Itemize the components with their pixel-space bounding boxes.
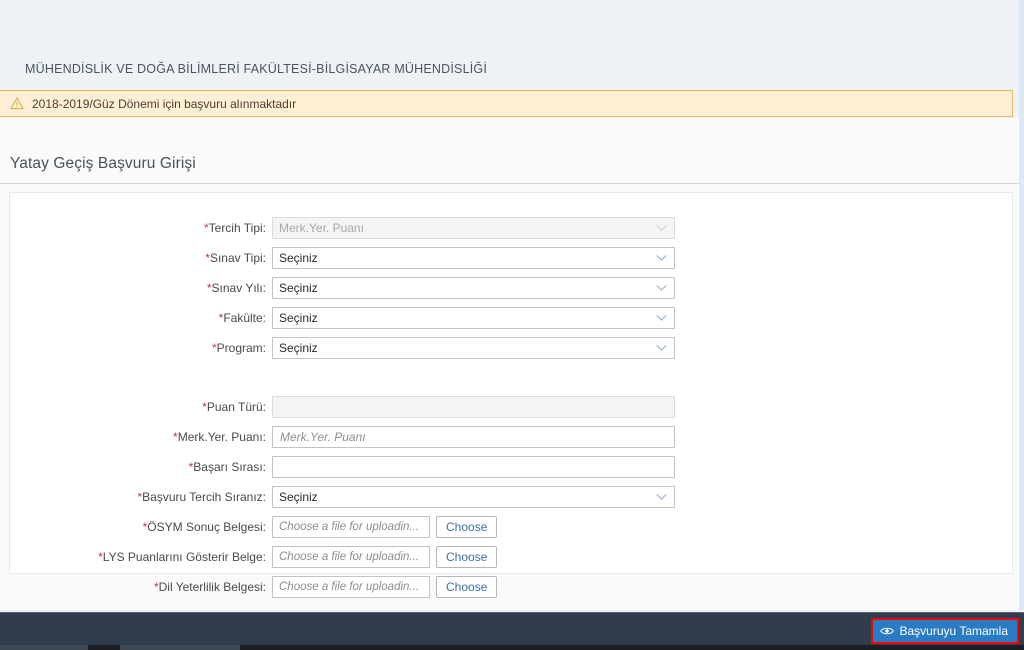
file-row-osym-sonuc-belgesi: Choose a file for uploadin... Choose <box>272 516 675 538</box>
select-value-tercih-tipi: Merk.Yer. Puanı <box>279 221 364 235</box>
warning-triangle-icon <box>10 97 24 110</box>
control-wrapper-basvuru-tercih-siraniz: Seçiniz <box>272 486 675 508</box>
label-sinav-tipi: *Sınav Tipi: <box>10 251 272 265</box>
form-row-puan-turu: *Puan Türü: <box>10 394 1012 420</box>
select-value-basvuru-tercih-siraniz: Seçiniz <box>279 490 318 504</box>
os-taskbar <box>0 645 1024 650</box>
form-row-basari-sirasi: *Başarı Sırası: <box>10 454 1012 480</box>
label-lys-puanlarini-gosterir-belge: *LYS Puanlarını Gösterir Belge: <box>10 550 272 564</box>
title-divider <box>0 183 1019 184</box>
label-text-basvuru-tercih-siraniz: Başvuru Tercih Sıranız: <box>142 490 266 504</box>
label-text-merk-yer-puani: Merk.Yer. Puanı: <box>177 430 266 444</box>
file-row-lys-puanlarini-gosterir-belge: Choose a file for uploadin... Choose <box>272 546 675 568</box>
select-value-fakulte: Seçiniz <box>279 311 318 325</box>
select-value-sinav-yili: Seçiniz <box>279 281 318 295</box>
choose-file-button-lys-puanlarini-gosterir-belge[interactable]: Choose <box>436 546 498 568</box>
label-text-osym-sonuc-belgesi: ÖSYM Sonuç Belgesi: <box>147 520 266 534</box>
label-basvuru-tercih-siraniz: *Başvuru Tercih Sıranız: <box>10 490 272 504</box>
label-text-fakulte: Fakülte: <box>223 311 266 325</box>
complete-application-label: Başvuruyu Tamamla <box>899 624 1009 638</box>
select-fakulte[interactable]: Seçiniz <box>272 307 675 329</box>
faculty-program-title: MÜHENDİSLİK VE DOĞA BİLİMLERİ FAKÜLTESİ-… <box>25 62 488 76</box>
control-wrapper-dil-yeterlilik-belgesi: Choose a file for uploadin... Choose <box>272 576 675 598</box>
label-text-lys-puanlarini-gosterir-belge: LYS Puanlarını Gösterir Belge: <box>102 550 266 564</box>
label-program: *Program: <box>10 341 272 355</box>
submit-button-highlight: Başvuruyu Tamamla <box>870 618 1019 644</box>
label-text-sinav-tipi: Sınav Tipi: <box>209 251 266 265</box>
chevron-down-icon <box>656 255 667 261</box>
select-value-program: Seçiniz <box>279 341 318 355</box>
form-row-tercih-tipi: *Tercih Tipi: Merk.Yer. Puanı <box>10 215 1012 241</box>
control-wrapper-fakulte: Seçiniz <box>272 307 675 329</box>
right-edge-strip <box>1019 0 1024 610</box>
page-title: Yatay Geçiş Başvuru Girişi <box>10 155 196 172</box>
label-text-sinav-yili: Sınav Yılı: <box>211 281 266 295</box>
header-area: MÜHENDİSLİK VE DOĞA BİLİMLERİ FAKÜLTESİ-… <box>0 0 1019 88</box>
select-sinav-tipi[interactable]: Seçiniz <box>272 247 675 269</box>
label-basari-sirasi: *Başarı Sırası: <box>10 460 272 474</box>
label-dil-yeterlilik-belgesi: *Dil Yeterlilik Belgesi: <box>10 580 272 594</box>
input-basari-sirasi[interactable] <box>272 456 675 478</box>
label-merk-yer-puani: *Merk.Yer. Puanı: <box>10 430 272 444</box>
control-wrapper-lys-puanlarini-gosterir-belge: Choose a file for uploadin... Choose <box>272 546 675 568</box>
chevron-down-icon <box>656 494 667 500</box>
form-row-sinav-yili: *Sınav Yılı: Seçiniz <box>10 275 1012 301</box>
label-text-tercih-tipi: Tercih Tipi: <box>208 221 266 235</box>
form-row-dil-yeterlilik-belgesi: *Dil Yeterlilik Belgesi: Choose a file fo… <box>10 574 1012 600</box>
choose-file-button-osym-sonuc-belgesi[interactable]: Choose <box>436 516 498 538</box>
file-row-dil-yeterlilik-belgesi: Choose a file for uploadin... Choose <box>272 576 675 598</box>
select-basvuru-tercih-siraniz[interactable]: Seçiniz <box>272 486 675 508</box>
taskbar-item-1[interactable] <box>0 645 88 650</box>
form-row-basvuru-tercih-siraniz: *Başvuru Tercih Sıranız: Seçiniz <box>10 484 1012 510</box>
form-row-lys-puanlarini-gosterir-belge: *LYS Puanlarını Gösterir Belge: Choose a … <box>10 544 1012 570</box>
form-row-fakulte: *Fakülte: Seçiniz <box>10 305 1012 331</box>
label-text-basari-sirasi: Başarı Sırası: <box>193 460 266 474</box>
select-tercih-tipi: Merk.Yer. Puanı <box>272 217 675 239</box>
warning-message: 2018-2019/Güz Dönemi için başvuru alınma… <box>32 96 297 111</box>
label-fakulte: *Fakülte: <box>10 311 272 325</box>
complete-application-button[interactable]: Başvuruyu Tamamla <box>872 620 1017 642</box>
select-sinav-yili[interactable]: Seçiniz <box>272 277 675 299</box>
chevron-down-icon <box>656 345 667 351</box>
chevron-down-icon <box>656 225 667 231</box>
form-row-program: *Program: Seçiniz <box>10 335 1012 361</box>
label-puan-turu: *Puan Türü: <box>10 400 272 414</box>
eye-icon <box>879 627 894 635</box>
label-text-program: Program: <box>216 341 266 355</box>
file-path-field-osym-sonuc-belgesi[interactable]: Choose a file for uploadin... <box>272 516 430 538</box>
control-wrapper-sinav-tipi: Seçiniz <box>272 247 675 269</box>
input-merk-yer-puani[interactable] <box>272 426 675 448</box>
form-row-merk-yer-puani: *Merk.Yer. Puanı: <box>10 424 1012 450</box>
choose-file-button-dil-yeterlilik-belgesi[interactable]: Choose <box>436 576 498 598</box>
input-puan-turu <box>272 396 675 418</box>
label-sinav-yili: *Sınav Yılı: <box>10 281 272 295</box>
label-text-puan-turu: Puan Türü: <box>206 400 266 414</box>
control-wrapper-program: Seçiniz <box>272 337 675 359</box>
form-row-osym-sonuc-belgesi: *ÖSYM Sonuç Belgesi: Choose a file for up… <box>10 514 1012 540</box>
file-path-field-lys-puanlarini-gosterir-belge[interactable]: Choose a file for uploadin... <box>272 546 430 568</box>
chevron-down-icon <box>656 315 667 321</box>
control-wrapper-basari-sirasi <box>272 456 675 478</box>
form-row-sinav-tipi: *Sınav Tipi: Seçiniz <box>10 245 1012 271</box>
select-value-sinav-tipi: Seçiniz <box>279 251 318 265</box>
file-path-field-dil-yeterlilik-belgesi[interactable]: Choose a file for uploadin... <box>272 576 430 598</box>
control-wrapper-merk-yer-puani <box>272 426 675 448</box>
application-period-warning-banner: 2018-2019/Güz Dönemi için başvuru alınma… <box>0 90 1013 117</box>
control-wrapper-sinav-yili: Seçiniz <box>272 277 675 299</box>
application-form-panel: *Tercih Tipi: Merk.Yer. Puanı *Sınav Tipi:… <box>9 192 1013 598</box>
taskbar-item-2[interactable] <box>120 645 240 650</box>
chevron-down-icon <box>656 285 667 291</box>
application-screen: MÜHENDİSLİK VE DOĞA BİLİMLERİ FAKÜLTESİ-… <box>0 0 1024 650</box>
label-osym-sonuc-belgesi: *ÖSYM Sonuç Belgesi: <box>10 520 272 534</box>
label-text-dil-yeterlilik-belgesi: Dil Yeterlilik Belgesi: <box>158 580 266 594</box>
control-wrapper-osym-sonuc-belgesi: Choose a file for uploadin... Choose <box>272 516 675 538</box>
control-wrapper-puan-turu <box>272 396 675 418</box>
label-tercih-tipi: *Tercih Tipi: <box>10 221 272 235</box>
control-wrapper-tercih-tipi: Merk.Yer. Puanı <box>272 217 675 239</box>
form-rows-container: *Tercih Tipi: Merk.Yer. Puanı *Sınav Tipi:… <box>10 193 1012 600</box>
select-program[interactable]: Seçiniz <box>272 337 675 359</box>
